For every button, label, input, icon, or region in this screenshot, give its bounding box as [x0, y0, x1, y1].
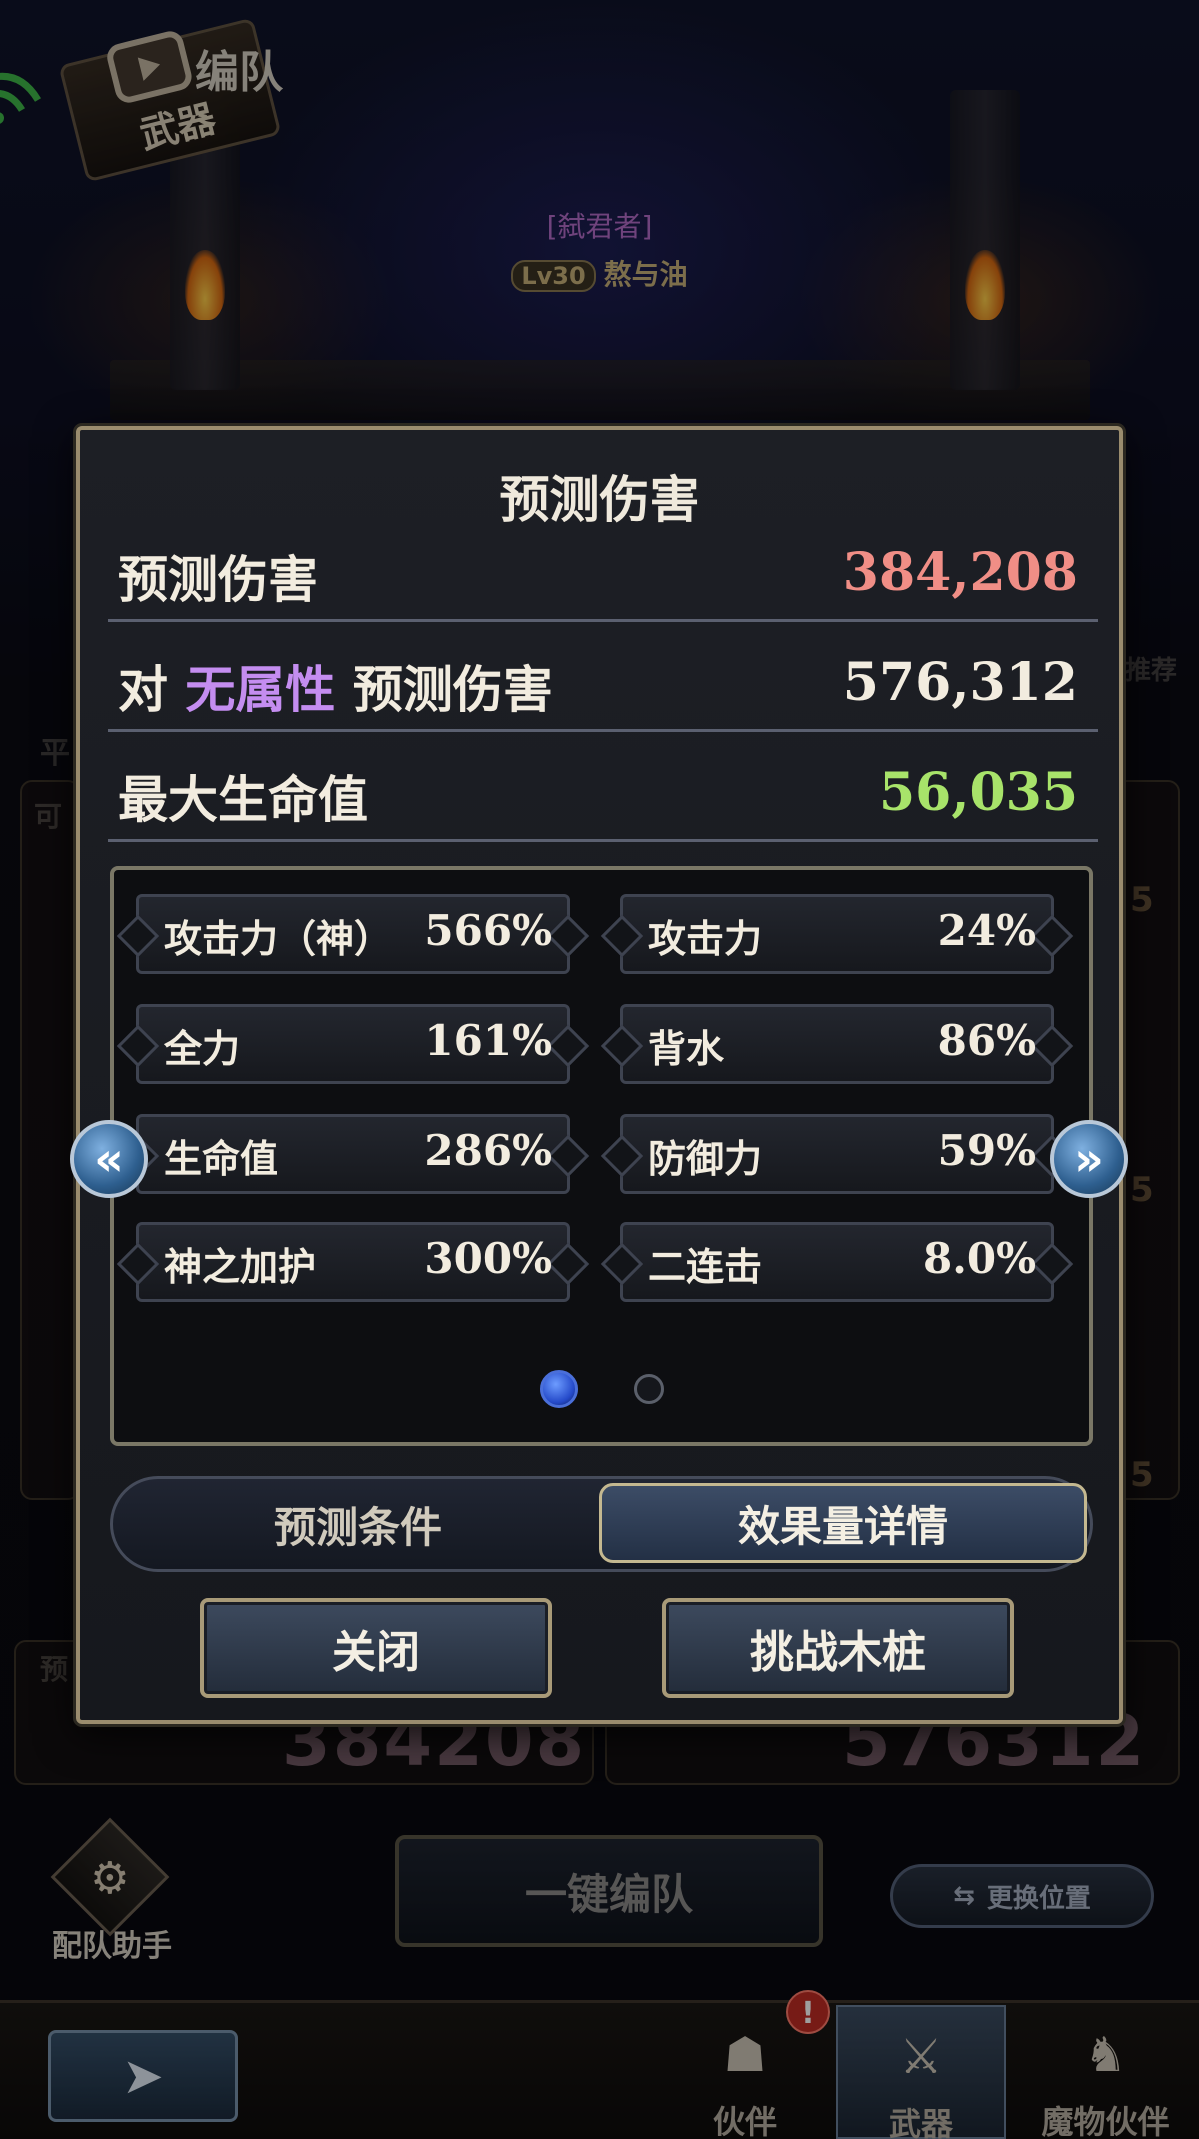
max-hp-value: 56,035: [878, 762, 1078, 823]
effect-name: 全力: [164, 1027, 241, 1071]
max-hp-label: 最大生命值: [118, 771, 368, 829]
challenge-dummy-button[interactable]: 挑战木桩: [662, 1598, 1014, 1698]
neutral-damage-label: 对 无属性 预测伤害: [118, 650, 553, 722]
effect-cell: 攻击力 24%: [604, 888, 1070, 980]
effect-name: 二连击: [648, 1245, 763, 1289]
tab-prediction-conditions[interactable]: 预测条件: [123, 1479, 593, 1569]
effect-cell: 防御力 59%: [604, 1108, 1070, 1200]
label-suffix: 预测伤害: [352, 661, 553, 719]
effect-cell: 二连击 8.0%: [604, 1216, 1070, 1308]
effect-cell: 全力 161%: [120, 998, 586, 1090]
effect-value: 86%: [937, 1016, 1036, 1065]
page-indicator: [114, 1370, 1089, 1408]
effect-name: 防御力: [648, 1137, 763, 1181]
effect-value: 161%: [424, 1016, 552, 1065]
label-prefix: 对: [118, 661, 168, 719]
damage-prediction-dialog: 预测伤害 预测伤害 384,208 对 无属性 预测伤害 576,312 最大生…: [76, 426, 1123, 1724]
effect-value: 566%: [424, 906, 552, 955]
predicted-damage-value: 384,208: [842, 542, 1078, 603]
effect-value: 24%: [937, 906, 1036, 955]
effect-value: 8.0%: [923, 1234, 1036, 1283]
predicted-damage-label: 预测伤害: [118, 551, 318, 609]
effect-name: 背水: [648, 1027, 725, 1071]
effect-cell: 生命值 286%: [120, 1108, 586, 1200]
effect-cell: 神之加护 300%: [120, 1216, 586, 1308]
close-button[interactable]: 关闭: [200, 1598, 552, 1698]
effect-name: 攻击力（神）: [164, 917, 393, 961]
element-label: 无属性: [185, 661, 336, 719]
effect-details-panel: 攻击力（神） 566% 攻击力 24% 全力 161% 背水 86% 生命值 2…: [110, 866, 1093, 1446]
neutral-damage-value: 576,312: [842, 652, 1078, 713]
page-dot-2[interactable]: [633, 1374, 664, 1404]
effect-cell: 攻击力（神） 566%: [120, 888, 586, 980]
effect-name: 生命值: [164, 1137, 279, 1181]
predicted-damage-row: 预测伤害 384,208: [108, 522, 1098, 622]
neutral-damage-row: 对 无属性 预测伤害 576,312: [108, 632, 1098, 732]
next-page-arrow-icon[interactable]: »: [1050, 1120, 1128, 1198]
effect-value: 286%: [424, 1126, 552, 1175]
effect-value: 300%: [424, 1234, 552, 1283]
view-toggle: 预测条件 效果量详情: [110, 1476, 1093, 1572]
effect-name: 攻击力: [648, 917, 763, 961]
max-hp-row: 最大生命值 56,035: [108, 742, 1098, 842]
prev-page-arrow-icon[interactable]: «: [70, 1120, 148, 1198]
effect-cell: 背水 86%: [604, 998, 1070, 1090]
page-dot-1[interactable]: [539, 1370, 578, 1408]
effect-name: 神之加护: [164, 1245, 317, 1289]
tab-effect-details[interactable]: 效果量详情: [599, 1483, 1087, 1563]
effect-value: 59%: [937, 1126, 1036, 1175]
